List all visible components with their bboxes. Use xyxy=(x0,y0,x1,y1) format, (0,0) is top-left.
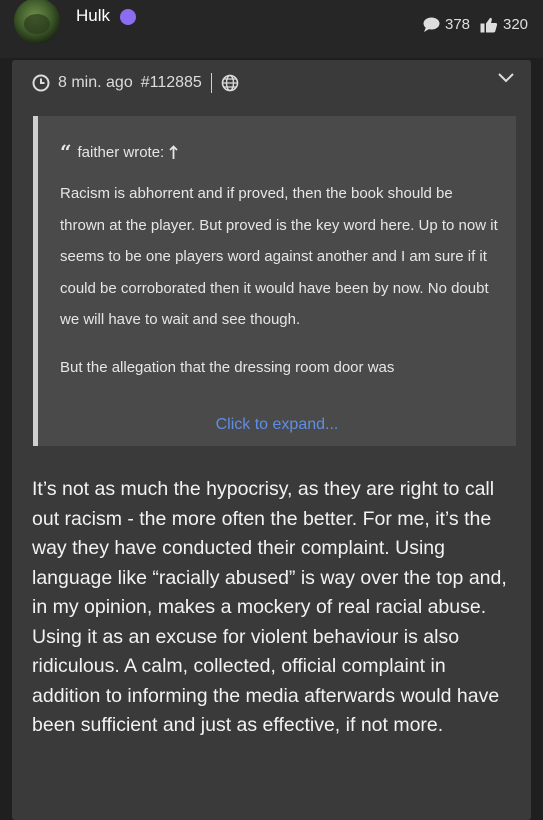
chevron-down-icon[interactable] xyxy=(497,72,515,84)
quote-author[interactable]: faither wrote: xyxy=(78,144,165,161)
quote-paragraph: Racism is abhorrent and if proved, then … xyxy=(60,185,498,328)
globe-icon[interactable] xyxy=(221,74,239,92)
quote-block: “ faither wrote: Racism is abhorrent and… xyxy=(33,116,516,446)
quote-mark-icon: “ xyxy=(60,140,72,164)
quote-fade-overlay xyxy=(38,376,516,446)
post-card: 8 min. ago #112885 “ faither wrote: Raci… xyxy=(12,60,531,820)
meta-divider xyxy=(210,73,212,93)
post-id-link[interactable]: #112885 xyxy=(141,74,202,92)
quote-text: Racism is abhorrent and if proved, then … xyxy=(60,178,500,399)
post-meta: 8 min. ago #112885 xyxy=(32,70,239,96)
thumbs-up-icon xyxy=(480,17,498,32)
like-count: 320 xyxy=(480,16,528,33)
reply-count-value: 378 xyxy=(445,16,471,33)
like-count-value: 320 xyxy=(503,16,529,33)
post-time[interactable]: 8 min. ago xyxy=(58,74,133,92)
speech-bubble-icon xyxy=(423,17,440,32)
quote-attribution[interactable]: “ faither wrote: xyxy=(60,142,178,162)
username-link[interactable]: Hulk xyxy=(76,6,110,26)
arrow-up-icon[interactable] xyxy=(169,144,178,160)
click-to-expand-link[interactable]: Click to expand... xyxy=(38,416,516,434)
online-status-icon xyxy=(120,9,136,25)
clock-icon xyxy=(32,74,50,92)
post-header: Hulk 378 320 xyxy=(0,0,543,58)
reply-count: 378 xyxy=(423,16,470,33)
user-avatar[interactable] xyxy=(14,0,60,44)
post-body-text: It’s not as much the hypocrisy, as they … xyxy=(32,478,507,736)
